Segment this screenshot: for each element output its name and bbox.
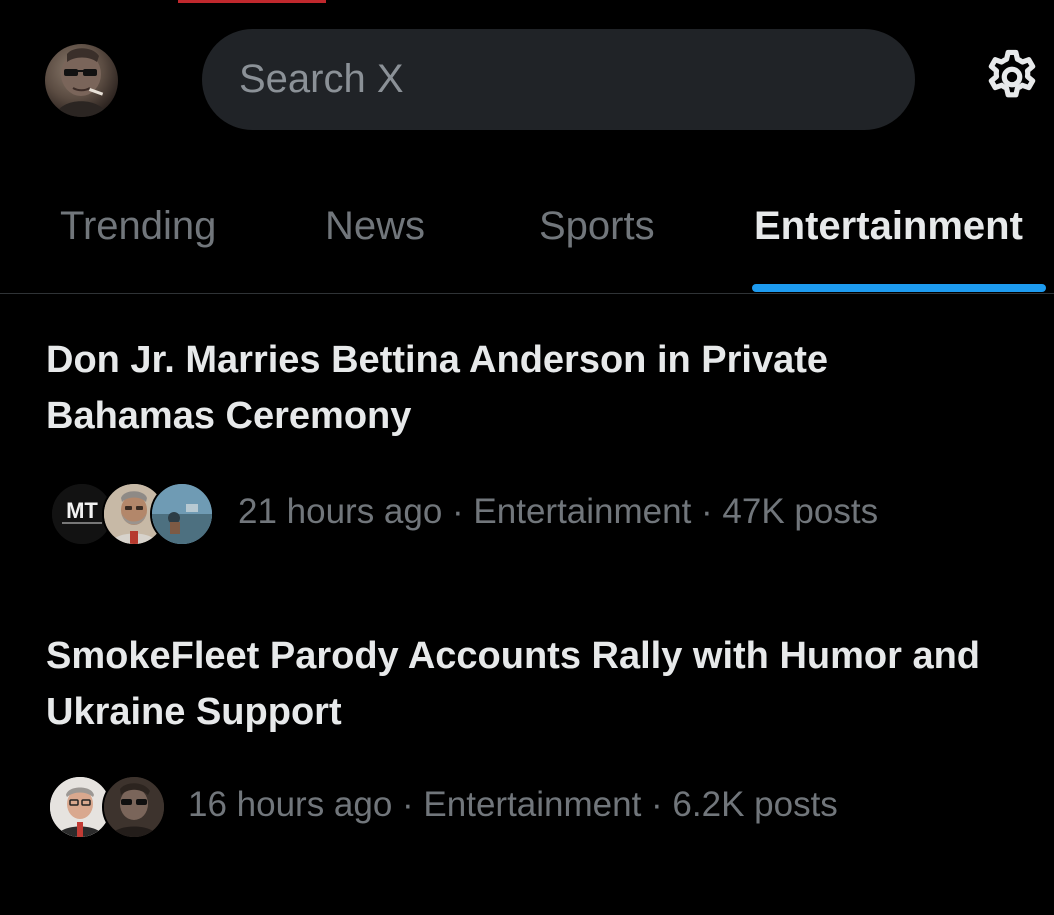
story-title: Don Jr. Marries Bettina Anderson in Priv… — [46, 339, 829, 437]
landscape-avatar — [150, 482, 214, 546]
profile-avatar[interactable] — [45, 44, 118, 117]
trend-story[interactable]: Don Jr. Marries Bettina Anderson in Priv… — [0, 332, 1054, 562]
tab-sports[interactable]: Sports — [539, 204, 655, 249]
tab-entertainment[interactable]: Entertainment — [754, 204, 1023, 249]
story-meta: 21 hours ago · Entertainment · 47K posts — [238, 492, 879, 531]
story-meta: 16 hours ago · Entertainment · 6.2K post… — [188, 785, 838, 824]
sunglasses-man-avatar — [102, 775, 166, 839]
svg-text:MT: MT — [66, 498, 98, 523]
story-title: SmokeFleet Parody Accounts Rally with Hu… — [46, 635, 981, 733]
search-input[interactable] — [237, 56, 881, 103]
tab-news[interactable]: News — [325, 204, 425, 249]
search-bar[interactable] — [202, 29, 915, 130]
explore-tabs: Trending News Sports Entertainment — [0, 160, 1054, 294]
header — [0, 0, 1054, 160]
active-tab-indicator — [752, 284, 1046, 292]
gear-icon[interactable] — [981, 46, 1043, 108]
tab-trending[interactable]: Trending — [60, 204, 216, 249]
trend-story[interactable]: SmokeFleet Parody Accounts Rally with Hu… — [0, 628, 1054, 858]
